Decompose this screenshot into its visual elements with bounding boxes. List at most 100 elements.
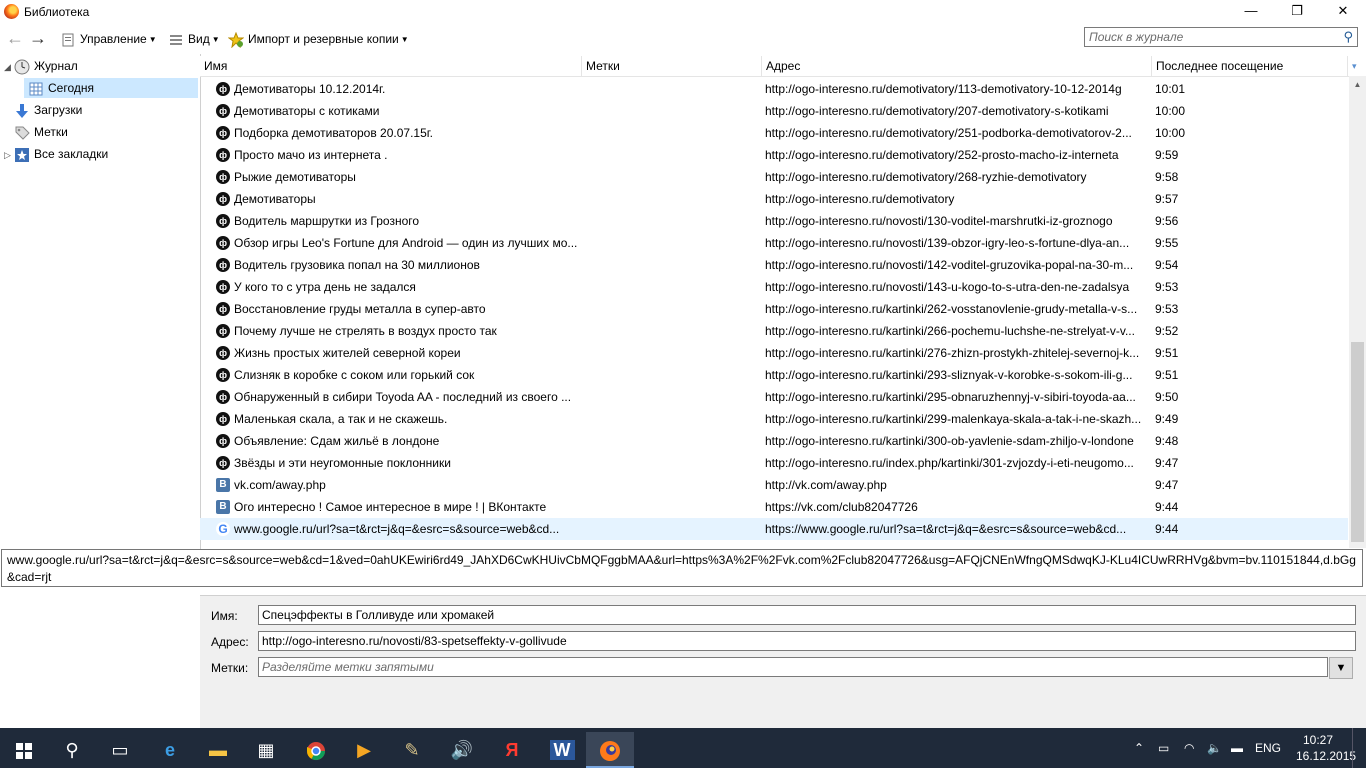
table-row[interactable]: ф Водитель маршрутки из Грозного http://og… <box>200 210 1348 232</box>
notifications-icon[interactable]: ▬ <box>1231 728 1243 768</box>
yandex-icon[interactable]: Я <box>488 732 536 768</box>
ogo-site-icon: ф <box>216 214 230 228</box>
row-address: http://ogo-interesno.ru/index.php/kartin… <box>765 456 1134 470</box>
row-name: Объявление: Сдам жильё в лондоне <box>234 434 440 448</box>
sidebar-item-today[interactable]: Сегодня <box>24 78 198 98</box>
table-row[interactable]: ф Демотиваторы 10.12.2014г. http://ogo-int… <box>200 78 1348 100</box>
table-row[interactable]: ф Демотиваторы с котиками http://ogo-inter… <box>200 100 1348 122</box>
maximize-button[interactable]: ❐ <box>1274 0 1320 24</box>
table-row[interactable]: ф Звёзды и эти неугомонные поклонники http… <box>200 452 1348 474</box>
row-name: www.google.ru/url?sa=t&rct=j&q=&esrc=s&s… <box>234 522 560 536</box>
word-icon[interactable]: W <box>538 732 586 768</box>
name-field[interactable]: Спецэффекты в Голливуде или хромакей <box>258 605 1356 625</box>
tags-field[interactable]: Разделяйте метки запятыми <box>258 657 1328 677</box>
table-row[interactable]: ф Слизняк в коробке с соком или горький с… <box>200 364 1348 386</box>
table-row[interactable]: ф Жизнь простых жителей северной кореи htt… <box>200 342 1348 364</box>
battery-icon[interactable]: ▭ <box>1158 728 1169 768</box>
row-name: vk.com/away.php <box>234 478 326 492</box>
sidebar-item-label: Метки <box>34 125 68 139</box>
expand-triangle-icon[interactable]: ▷ <box>4 145 14 165</box>
sidebar-item-downloads[interactable]: Загрузки <box>4 100 198 120</box>
ogo-site-icon: ф <box>216 192 230 206</box>
row-name: У кого то с утра день не задался <box>234 280 416 294</box>
collapse-triangle-icon[interactable]: ◢ <box>4 57 14 77</box>
clock-icon <box>14 59 30 75</box>
clock[interactable]: 10:27 16.12.2015 <box>1296 732 1357 764</box>
forward-button[interactable]: → <box>28 28 48 48</box>
table-row[interactable]: ф Объявление: Сдам жильё в лондоне http://… <box>200 430 1348 452</box>
sidebar-item-tags[interactable]: Метки <box>4 122 198 142</box>
column-header-address[interactable]: Адрес <box>762 56 1152 76</box>
scrollbar-thumb[interactable] <box>1351 342 1364 542</box>
search-taskbar-icon[interactable]: ⚲ <box>48 732 96 768</box>
table-row[interactable]: ф Просто мачо из интернета . http://ogo-in… <box>200 144 1348 166</box>
table-row[interactable]: ф Восстановление груды металла в супер-ав… <box>200 298 1348 320</box>
row-last-visit: 9:48 <box>1155 434 1179 448</box>
table-row[interactable]: ф Рыжие демотиваторы http://ogo-interesno.… <box>200 166 1348 188</box>
clock-date: 16.12.2015 <box>1296 749 1357 763</box>
scroll-up-icon[interactable]: ▲ <box>1349 76 1366 93</box>
table-row[interactable]: Вvk.com/away.php http://vk.com/away.php 9:… <box>200 474 1348 496</box>
volume-mute-icon[interactable]: 🔈 <box>1207 728 1222 768</box>
table-row[interactable]: ф У кого то с утра день не задался http://… <box>200 276 1348 298</box>
row-name: Водитель маршрутки из Грозного <box>234 214 420 228</box>
edge-icon[interactable]: e <box>146 732 194 768</box>
manage-icon <box>60 32 76 48</box>
address-field[interactable]: http://ogo-interesno.ru/novosti/83-spets… <box>258 631 1356 651</box>
minimize-button[interactable]: — <box>1228 0 1274 24</box>
sidebar-item-history[interactable]: ◢ Журнал <box>4 56 198 76</box>
title-bar: Библиотека — ❐ ✕ <box>0 0 1366 24</box>
table-row[interactable]: ф Водитель грузовика попал на 30 миллионо… <box>200 254 1348 276</box>
view-label: Вид <box>188 32 210 46</box>
media-player-icon[interactable]: ▶ <box>340 732 388 768</box>
row-name: Рыжие демотиваторы <box>234 170 356 184</box>
row-last-visit: 9:51 <box>1155 346 1179 360</box>
row-address: https://www.google.ru/url?sa=t&rct=j&q=&… <box>765 522 1127 536</box>
ogo-site-icon: ф <box>216 148 230 162</box>
table-row[interactable]: ф Демотиваторы http://ogo-interesno.ru/dem… <box>200 188 1348 210</box>
back-button[interactable]: ← <box>5 28 25 48</box>
ogo-site-icon: ф <box>216 324 230 338</box>
table-row[interactable]: ф Обзор игры Leo's Fortune для Android — … <box>200 232 1348 254</box>
chrome-icon[interactable] <box>292 732 340 768</box>
row-address: http://ogo-interesno.ru/novosti/142-vodi… <box>765 258 1134 272</box>
file-explorer-icon[interactable]: ▬ <box>194 732 242 768</box>
tags-dropdown-button[interactable]: ▼ <box>1329 657 1353 679</box>
task-view-icon[interactable]: ▭ <box>96 732 144 768</box>
tray-overflow-icon[interactable]: ⌃ <box>1134 728 1144 768</box>
column-header-tags[interactable]: Метки <box>582 56 762 76</box>
table-row[interactable]: ф Маленькая скала, а так и не скажешь. htt… <box>200 408 1348 430</box>
start-windows-icon[interactable] <box>0 732 48 768</box>
table-row[interactable]: ф Почему лучше не стрелять в воздух прост… <box>200 320 1348 342</box>
column-header-last-visit[interactable]: Последнее посещение <box>1152 56 1348 76</box>
language-indicator[interactable]: ENG <box>1255 728 1281 768</box>
row-address: http://ogo-interesno.ru/kartinki/295-obn… <box>765 390 1136 404</box>
taskbar: ⚲ ▭ e ▬ ▦ ▶ ✎ 🔊 Я W ⌃ ▭ ◠ 🔈 ▬ ENG 10:27 … <box>0 728 1366 768</box>
audio-app-icon[interactable]: 🔊 <box>438 732 486 768</box>
manage-label: Управление <box>80 32 147 46</box>
table-row[interactable]: В Ого интересно ! Самое интересное в мире… <box>200 496 1348 518</box>
table-scrollbar[interactable]: ▲ <box>1349 76 1366 548</box>
search-icon[interactable]: ⚲ <box>1343 29 1353 45</box>
table-row[interactable]: ф Обнаруженный в сибири Toyoda AA - после… <box>200 386 1348 408</box>
store-icon[interactable]: ▦ <box>242 732 290 768</box>
sidebar-item-label: Журнал <box>34 59 78 73</box>
sidebar-item-all-bookmarks[interactable]: ▷ Все закладки <box>4 144 198 164</box>
table-row[interactable]: ф Подборка демотиваторов 20.07.15г. http:/… <box>200 122 1348 144</box>
table-row[interactable]: Gwww.google.ru/url?sa=t&rct=j&q=&esrc=s&… <box>200 518 1348 540</box>
import-backup-menu-button[interactable]: Импорт и резервные копии ▼ <box>227 30 409 49</box>
details-pane: Имя: Спецэффекты в Голливуде или хромаке… <box>200 595 1366 729</box>
search-input[interactable] <box>1089 29 1329 45</box>
app-icon[interactable]: ✎ <box>388 732 436 768</box>
row-address: https://vk.com/club82047726 <box>765 500 918 514</box>
firefox-taskbar-icon[interactable] <box>586 732 634 768</box>
row-last-visit: 9:44 <box>1155 500 1179 514</box>
wifi-icon[interactable]: ◠ <box>1184 728 1194 768</box>
column-header-name[interactable]: Имя <box>200 56 582 76</box>
view-menu-button[interactable]: Вид ▼ <box>168 30 220 48</box>
column-picker-icon[interactable]: ▾ <box>1348 56 1366 76</box>
manage-menu-button[interactable]: Управление ▼ <box>60 30 157 48</box>
search-box[interactable]: ⚲ <box>1084 27 1358 47</box>
close-button[interactable]: ✕ <box>1320 0 1366 24</box>
show-desktop-button[interactable] <box>1352 728 1366 768</box>
